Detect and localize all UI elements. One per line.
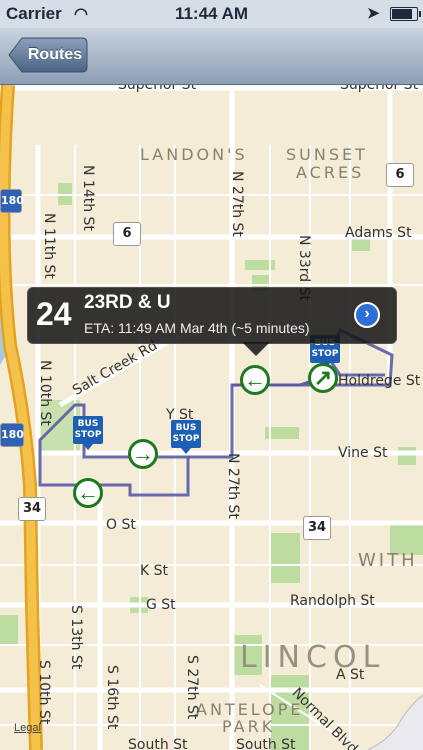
street-label-superior-right: Superior St xyxy=(340,85,419,93)
bus-stop-marker[interactable]: BUS STOP xyxy=(73,416,103,450)
street-label-s10: S 10th St xyxy=(36,660,52,725)
stop-callout[interactable]: 24 23RD & U ETA: 11:49 AM Mar 4th (~5 mi… xyxy=(27,287,397,356)
route-number: 24 xyxy=(36,296,72,332)
highway-shield-6-left: 6 xyxy=(113,222,141,246)
highway-shield-34-right: 34 xyxy=(303,516,331,540)
highway-shield-6-right: 6 xyxy=(386,163,414,187)
street-label-s13: S 13th St xyxy=(68,605,84,670)
disclosure-chevron-icon[interactable]: › xyxy=(354,302,380,328)
navigation-bar: Routes xyxy=(0,28,423,85)
street-label-s27: S 27th St xyxy=(184,655,200,720)
street-label-holdrege: Holdrege St xyxy=(338,373,421,389)
area-label-acres: ACRES xyxy=(296,163,365,182)
street-label-superior-left: Superior St xyxy=(118,85,197,93)
street-label-g: G St xyxy=(146,597,176,613)
street-label-n14: N 14th St xyxy=(80,165,96,231)
legal-link[interactable]: Legal xyxy=(14,722,41,734)
stop-name: 23RD & U xyxy=(84,292,171,313)
area-label-park: PARK xyxy=(222,717,276,736)
callout-pointer xyxy=(242,342,270,356)
status-time: 11:44 AM xyxy=(174,4,249,23)
street-label-vine: Vine St xyxy=(338,445,388,461)
area-label-with: WITH xyxy=(358,550,418,571)
status-bar: Carrier ◠ 11:44 AM ➤ xyxy=(0,0,423,28)
street-label-south-left: South St xyxy=(128,737,188,750)
street-label-adams: Adams St xyxy=(345,225,412,241)
area-label-landons: LANDON'S xyxy=(140,145,248,164)
location-arrow-icon: ➤ xyxy=(367,5,380,22)
street-label-k: K St xyxy=(140,563,169,579)
street-label-n27: N 27th St xyxy=(229,171,245,237)
stop-eta: ETA: 11:49 AM Mar 4th (~5 minutes) xyxy=(84,320,310,336)
street-label-s16: S 16th St xyxy=(104,665,120,730)
area-label-sunset: SUNSET xyxy=(286,145,368,164)
interstate-shield-180-top: 180 xyxy=(0,189,24,213)
back-button[interactable]: Routes xyxy=(8,37,88,73)
street-label-o: O St xyxy=(106,517,136,533)
bus-pin-arrow-up-right-icon[interactable]: ↗ xyxy=(308,363,338,393)
interstate-shield-180-bottom: 180 xyxy=(0,423,24,447)
battery-icon xyxy=(390,7,421,21)
highway-shield-34-left: 34 xyxy=(18,497,46,521)
bus-stop-marker[interactable]: BUS STOP xyxy=(171,420,201,454)
street-label-n10: N 10th St xyxy=(37,360,53,426)
bus-pin-arrow-left-icon[interactable]: ← xyxy=(240,365,270,395)
street-label-a: A St xyxy=(336,667,365,683)
street-label-n11: N 11th St xyxy=(41,213,57,279)
back-button-label: Routes xyxy=(27,46,83,63)
map-view[interactable]: LANDON'S SUNSET ACRES WITH LINCOL ANTELO… xyxy=(0,85,423,750)
bus-pin-arrow-right-icon[interactable]: → xyxy=(128,439,158,469)
street-label-n27-lower: N 27th St xyxy=(225,453,241,519)
street-label-south-right: South St xyxy=(236,737,296,750)
page-curl-icon[interactable] xyxy=(368,695,423,750)
street-label-randolph: Randolph St xyxy=(290,593,375,609)
bus-pin-arrow-left-icon[interactable]: ← xyxy=(73,478,103,508)
